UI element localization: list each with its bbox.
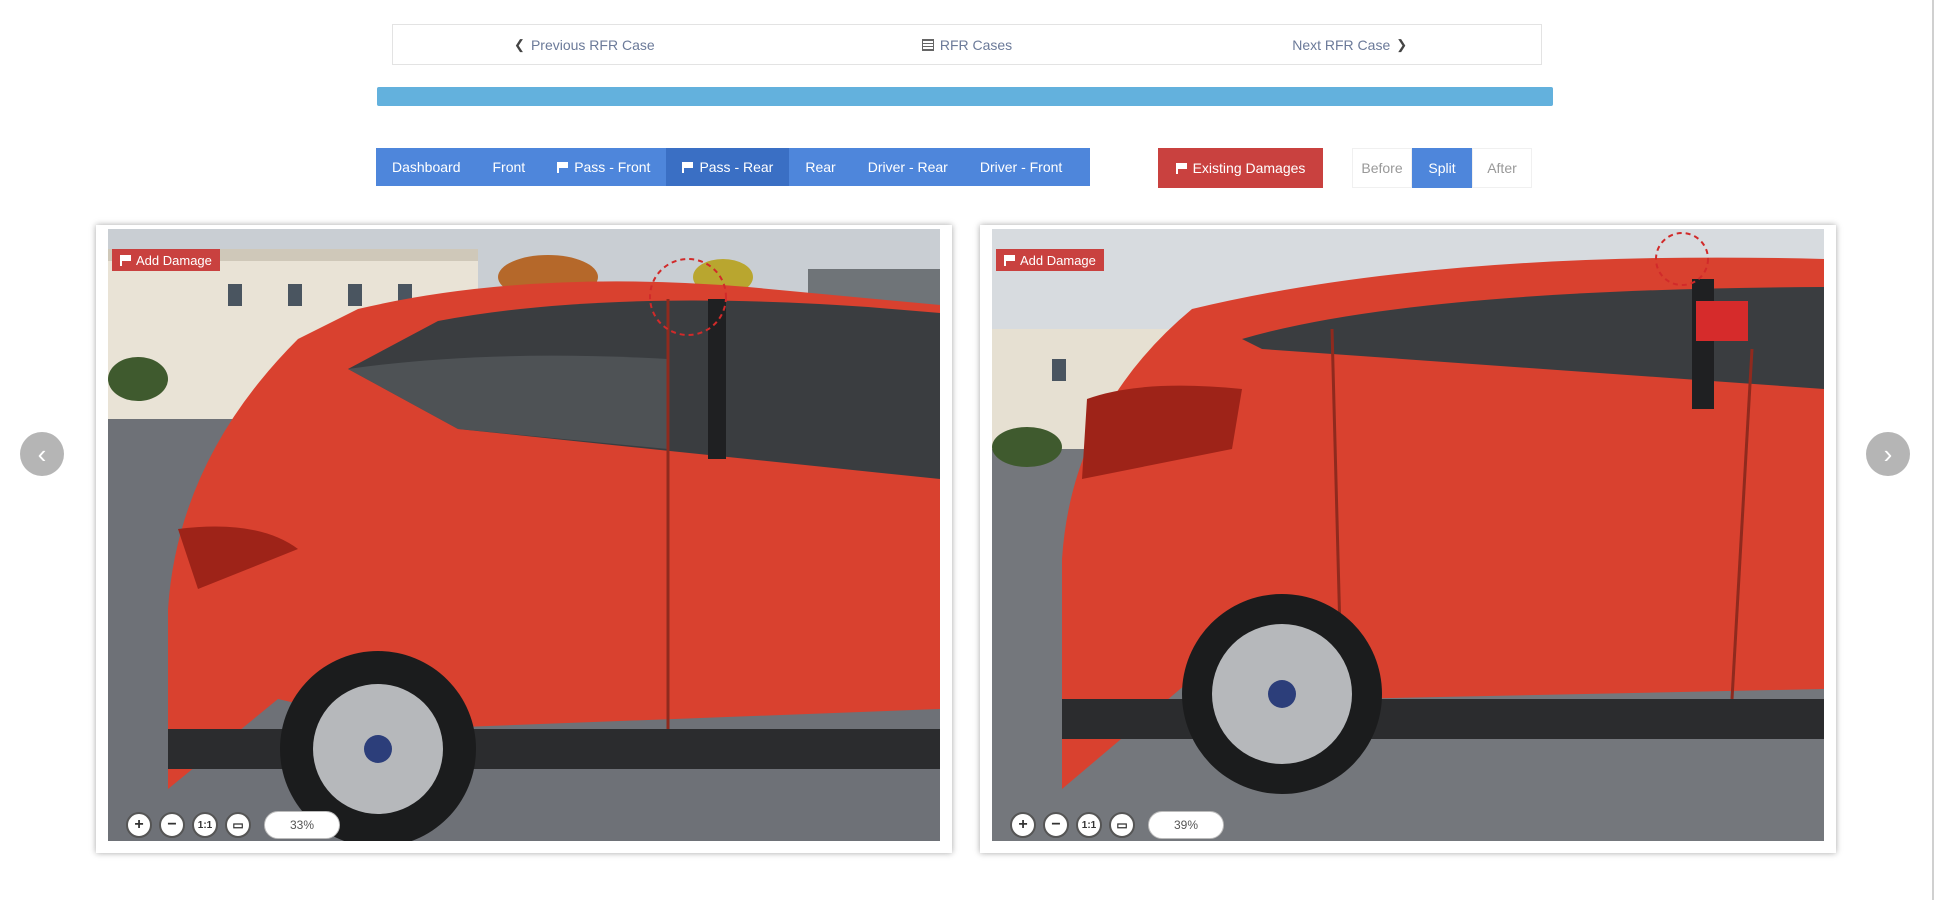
tab-label: Rear: [805, 159, 836, 175]
tab-label: Driver - Rear: [867, 159, 948, 175]
next-case-link[interactable]: Next RFR Case ❯: [1158, 37, 1541, 53]
chevron-right-icon: ›: [1883, 438, 1893, 469]
car-photo-before[interactable]: [108, 229, 940, 841]
before-image-panel: Add Damage + − 1:1 ▭ 33%: [96, 225, 952, 853]
flag-icon: [557, 161, 569, 173]
add-damage-label: Add Damage: [136, 252, 212, 268]
tab-label: Dashboard: [392, 159, 461, 175]
zoom-out-icon[interactable]: −: [1043, 812, 1069, 838]
progress-bar: [377, 87, 1553, 106]
tab-dashboard[interactable]: Dashboard: [376, 148, 477, 186]
case-list-label: RFR Cases: [939, 36, 1013, 53]
chevron-left-icon: ‹: [37, 438, 47, 469]
previous-case-link[interactable]: ❮ Previous RFR Case: [393, 37, 776, 53]
previous-image-button[interactable]: ‹: [20, 432, 64, 476]
zoom-level: 39%: [1148, 811, 1224, 839]
view-angle-tabs: Dashboard Front Pass - Front Pass - Rear…: [376, 148, 1090, 186]
page-edge-divider: [1932, 0, 1934, 900]
add-damage-button[interactable]: Add Damage: [996, 249, 1104, 271]
next-image-button[interactable]: ›: [1866, 432, 1910, 476]
fit-screen-icon[interactable]: ▭: [225, 812, 251, 838]
tab-label: Pass - Front: [574, 159, 651, 175]
view-after-button[interactable]: After: [1472, 148, 1532, 188]
actual-size-icon[interactable]: 1:1: [1076, 812, 1102, 838]
progress-bar-fill: [377, 87, 1553, 106]
zoom-controls: + − 1:1 ▭ 33%: [126, 811, 340, 839]
chevron-left-icon: ❮: [514, 36, 525, 52]
previous-case-label: Previous RFR Case: [530, 36, 655, 53]
fit-screen-icon[interactable]: ▭: [1109, 812, 1135, 838]
flag-icon: [1175, 162, 1187, 174]
tab-pass-front[interactable]: Pass - Front: [541, 148, 666, 186]
case-list-link[interactable]: RFR Cases: [776, 37, 1159, 53]
zoom-out-icon[interactable]: −: [159, 812, 185, 838]
zoom-in-icon[interactable]: +: [126, 812, 152, 838]
tab-label: Driver - Front: [979, 159, 1063, 175]
case-navigation-bar: ❮ Previous RFR Case RFR Cases Next RFR C…: [392, 24, 1542, 65]
next-case-label: Next RFR Case: [1292, 36, 1391, 53]
zoom-level: 33%: [264, 811, 340, 839]
tab-rear[interactable]: Rear: [789, 148, 851, 186]
tab-driver-rear[interactable]: Driver - Rear: [852, 148, 964, 186]
actual-size-icon[interactable]: 1:1: [192, 812, 218, 838]
add-damage-button[interactable]: Add Damage: [112, 249, 220, 271]
tab-front[interactable]: Front: [477, 148, 542, 186]
after-image-panel: Add Damage + − 1:1 ▭ 39%: [980, 225, 1836, 853]
tab-label: Pass - Rear: [699, 159, 774, 175]
chevron-right-icon: ❯: [1396, 36, 1408, 52]
tab-label: Front: [492, 159, 526, 175]
existing-damages-label: Existing Damages: [1192, 160, 1306, 176]
flag-icon: [682, 161, 694, 173]
zoom-in-icon[interactable]: +: [1010, 812, 1036, 838]
view-split-button[interactable]: Split: [1412, 148, 1472, 188]
car-photo-after[interactable]: [992, 229, 1824, 841]
flag-icon: [120, 254, 131, 266]
zoom-controls: + − 1:1 ▭ 39%: [1010, 811, 1224, 839]
list-icon: [921, 38, 934, 51]
existing-damages-button[interactable]: Existing Damages: [1158, 148, 1323, 188]
view-mode-toggle: Before Split After: [1352, 148, 1532, 188]
tab-driver-front[interactable]: Driver - Front: [964, 148, 1078, 186]
flag-icon: [1004, 254, 1015, 266]
add-damage-label: Add Damage: [1020, 252, 1096, 268]
view-before-button[interactable]: Before: [1352, 148, 1412, 188]
tab-pass-rear[interactable]: Pass - Rear: [666, 148, 790, 186]
